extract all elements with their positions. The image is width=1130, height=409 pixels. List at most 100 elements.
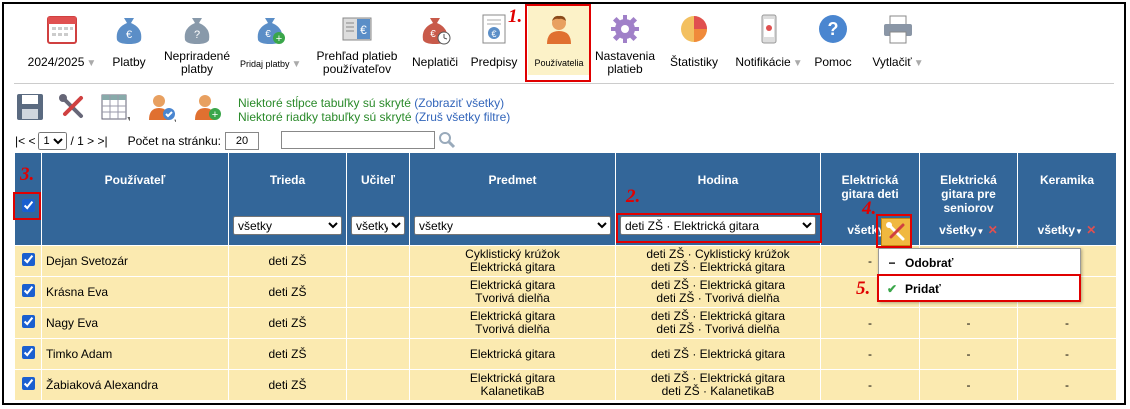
money-bag-add-icon: € + — [253, 12, 287, 46]
svg-text:€: € — [126, 29, 132, 41]
svg-text:+: + — [276, 33, 282, 45]
cell-class: deti ZŠ — [228, 276, 347, 308]
page-count: / 1 — [70, 134, 84, 148]
save-icon[interactable] — [15, 92, 45, 122]
money-bag-question-icon: ? — [180, 12, 214, 46]
columns-icon[interactable]: ▼ — [100, 92, 133, 123]
col2-filter[interactable]: všetky — [939, 223, 976, 237]
cell-col3: - — [1017, 307, 1117, 339]
calendar-icon — [45, 12, 79, 46]
cell-col3: - — [1017, 369, 1117, 401]
row-checkbox[interactable] — [21, 315, 35, 328]
teacher-filter[interactable]: všetky — [351, 216, 405, 235]
cell-col1: - — [820, 338, 920, 370]
header-user[interactable]: Používateľ — [41, 152, 229, 246]
step-1-label: 1. — [508, 6, 523, 27]
svg-text:▼: ▼ — [173, 119, 176, 122]
toolbar-nepriradene[interactable]: ? Nepriradené platby — [159, 8, 235, 76]
chevron-down-icon: ▼ — [792, 58, 803, 69]
toolbar-label: Notifikácie — [735, 55, 791, 69]
per-page-input[interactable] — [225, 132, 260, 150]
chevron-down-icon: ▼ — [1075, 227, 1083, 236]
svg-text:?: ? — [828, 19, 839, 39]
header-teacher[interactable]: Učiteľ všetky — [346, 152, 410, 246]
cell-class: deti ZŠ — [228, 307, 347, 339]
row-checkbox[interactable] — [21, 253, 35, 266]
pager: |< < 1 / 1 > >| Počet na stránku: — [15, 132, 260, 150]
step-4-label: 4. — [862, 198, 877, 219]
step-3-label: 3. — [20, 164, 35, 185]
cell-col3: - — [1017, 338, 1117, 370]
cell-lesson: deti ZŠ · Elektrická gitara — [615, 338, 821, 370]
col3-tools-icon[interactable]: ✕ — [1086, 223, 1096, 237]
user-check-icon[interactable]: ▼ — [146, 92, 179, 125]
ledger-icon: € — [340, 12, 374, 46]
toolbar-pomoc[interactable]: ? Pomoc — [810, 8, 856, 69]
toolbar-divider — [14, 83, 1114, 84]
cell-teacher — [346, 369, 410, 401]
cell-col2: - — [919, 338, 1018, 370]
search-icon[interactable] — [438, 131, 456, 149]
menu-remove-label: Odobrať — [905, 256, 954, 270]
svg-text:?: ? — [194, 29, 200, 41]
user-add-icon[interactable]: + — [192, 92, 222, 122]
table-row: Nagy Eva deti ZŠ Elektrická gitara Tvorivá… — [14, 307, 1117, 339]
show-all-link[interactable]: (Zobraziť všetky) — [414, 96, 504, 110]
cell-name: Timko Adam — [41, 338, 229, 370]
clear-filters-link[interactable]: (Zruš všetky filtre) — [415, 110, 510, 124]
class-filter[interactable]: všetky — [233, 216, 342, 235]
cell-subject: Elektrická gitara — [409, 338, 616, 370]
cell-name: Krásna Eva — [41, 276, 229, 308]
printer-icon — [881, 12, 915, 46]
toolbar-platby[interactable]: € Platby — [104, 8, 154, 69]
header-class[interactable]: Trieda všetky — [228, 152, 347, 246]
cell-lesson: deti ZŠ · Cyklistický krúžok deti ZŠ · E… — [615, 245, 821, 277]
highlight-box-add — [877, 274, 1081, 302]
header-col2[interactable]: Elektrická gitara pre seniorov všetky▼ ✕ — [919, 152, 1018, 246]
money-bag-icon: € — [112, 12, 146, 46]
row-checkbox[interactable] — [21, 346, 35, 359]
row-checkbox[interactable] — [21, 284, 35, 297]
header-col3[interactable]: Keramika všetky▼ ✕ — [1017, 152, 1117, 246]
cell-class: deti ZŠ — [228, 369, 347, 401]
cell-lesson: deti ZŠ · Elektrická gitara deti ZŠ · Tv… — [615, 276, 821, 308]
col2-tools-icon[interactable]: ✕ — [988, 223, 998, 237]
toolbar-prehlad[interactable]: € Prehľad platieb používateľov — [310, 8, 404, 76]
hidden-columns-text: Niektoré stĺpce tabuľky sú skryté — [238, 96, 411, 110]
year-selector[interactable]: 2024/2025 ▼ — [22, 8, 102, 70]
toolbar-vytlacit[interactable]: Vytlačiť ▼ — [866, 8, 930, 70]
toolbar-pridaj-platby[interactable]: € + Pridaj platby ▼ — [240, 8, 302, 71]
cell-lesson: deti ZŠ · Elektrická gitara deti ZŠ · Ka… — [615, 369, 821, 401]
chevron-down-icon: ▼ — [86, 58, 97, 69]
step-5-label: 5. — [856, 278, 871, 299]
page-select[interactable]: 1 — [38, 132, 68, 150]
toolbar-neplatici[interactable]: € Neplatiči — [409, 8, 461, 69]
chevron-down-icon: ▼ — [291, 59, 302, 70]
overdue-bag-icon: € — [418, 12, 452, 46]
phone-icon — [752, 12, 786, 46]
col3-filter[interactable]: všetky — [1038, 223, 1075, 237]
toolbar-nastavenia[interactable]: Nastavenia platieb — [594, 8, 656, 76]
minus-icon: − — [888, 256, 896, 270]
highlight-box-select-all — [13, 192, 41, 220]
menu-remove[interactable]: − Odobrať — [879, 251, 1080, 275]
toolbar-label: Štatistiky — [669, 55, 718, 69]
toolbar-label: Prehľad platieb používateľov — [316, 49, 398, 76]
toolbar-label: Pomoc — [814, 55, 852, 69]
cell-teacher — [346, 245, 410, 277]
row-checkbox-cell — [14, 307, 42, 339]
toolbar-notifikacie[interactable]: Notifikácie ▼ — [728, 8, 810, 70]
subject-filter[interactable]: všetky — [414, 216, 611, 235]
row-checkbox[interactable] — [21, 377, 35, 390]
svg-text:€: € — [430, 29, 436, 40]
toolbar-statistiky[interactable]: Štatistiky — [666, 8, 722, 69]
svg-text:+: + — [212, 109, 218, 121]
header-subject[interactable]: Predmet všetky — [409, 152, 616, 246]
search-input[interactable] — [281, 131, 435, 149]
first-prev-buttons[interactable]: |< < — [15, 134, 35, 148]
cell-subject: Elektrická gitara Tvorivá dielňa — [409, 276, 616, 308]
next-last-buttons[interactable]: > >| — [87, 134, 107, 148]
year-label: 2024/2025 — [27, 55, 85, 69]
tools-icon[interactable] — [57, 92, 87, 122]
cell-lesson: deti ZŠ · Elektrická gitara deti ZŠ · Tv… — [615, 307, 821, 339]
